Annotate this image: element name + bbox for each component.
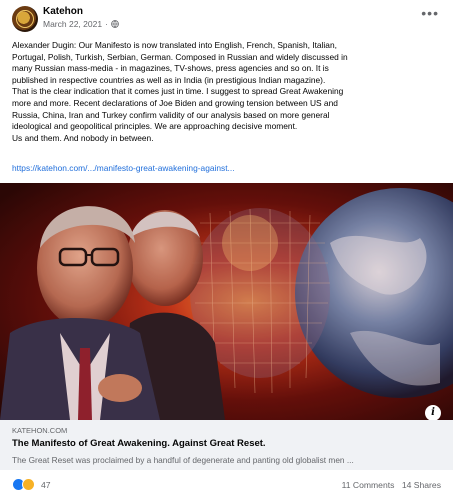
link-card[interactable]: KATEHON.COM The Manifesto of Great Awake… <box>0 420 453 470</box>
post-text-line: more and more. Recent declarations of Jo… <box>12 97 338 108</box>
post-text-line: many Russian mass-media - in magazines, … <box>12 63 329 74</box>
post-text-line: Portugal, Polish, Turkish, Serbian, Germ… <box>12 51 348 62</box>
reactions-summary[interactable]: 47 <box>12 478 51 491</box>
link-title[interactable]: The Manifesto of Great Awakening. Agains… <box>12 438 266 449</box>
post-stats: 47 11 Comments 14 Shares <box>0 474 453 496</box>
post-text-line: Russia, China, Iran and Turkey confirm v… <box>12 109 330 120</box>
reaction-count: 47 <box>41 479 51 490</box>
page-avatar[interactable] <box>12 6 38 32</box>
shares-count[interactable]: 14 Shares <box>402 480 441 490</box>
post-text-line: published in respective countries as wel… <box>12 74 326 85</box>
post-link[interactable]: https://katehon.com/.../manifesto-great-… <box>12 163 235 173</box>
post-text-line: Us and them. And nobody in between. <box>12 132 154 143</box>
engagement-counts: 11 Comments 14 Shares <box>342 480 441 490</box>
post-meta: March 22, 2021 · <box>43 19 119 29</box>
post-text-line: That is the clear indication that it com… <box>12 86 344 97</box>
post-header: Katehon March 22, 2021 · ••• <box>0 0 453 36</box>
post-body: Alexander Dugin: Our Manifesto is now tr… <box>12 40 440 144</box>
author-name[interactable]: Katehon <box>43 6 83 17</box>
wow-reaction-icon <box>22 478 35 491</box>
link-description: The Great Reset was proclaimed by a hand… <box>12 455 354 465</box>
link-preview-image[interactable] <box>0 183 453 420</box>
post-text-line: ideological and geopolitical principles.… <box>12 121 298 132</box>
post-date[interactable]: March 22, 2021 <box>43 19 102 29</box>
info-icon[interactable]: i <box>425 405 441 421</box>
more-options-icon[interactable]: ••• <box>421 6 439 20</box>
post-text-line: Alexander Dugin: Our Manifesto is now tr… <box>12 40 337 50</box>
comments-count[interactable]: 11 Comments <box>342 480 395 490</box>
globe-icon <box>111 20 119 28</box>
link-domain: KATEHON.COM <box>12 426 68 435</box>
